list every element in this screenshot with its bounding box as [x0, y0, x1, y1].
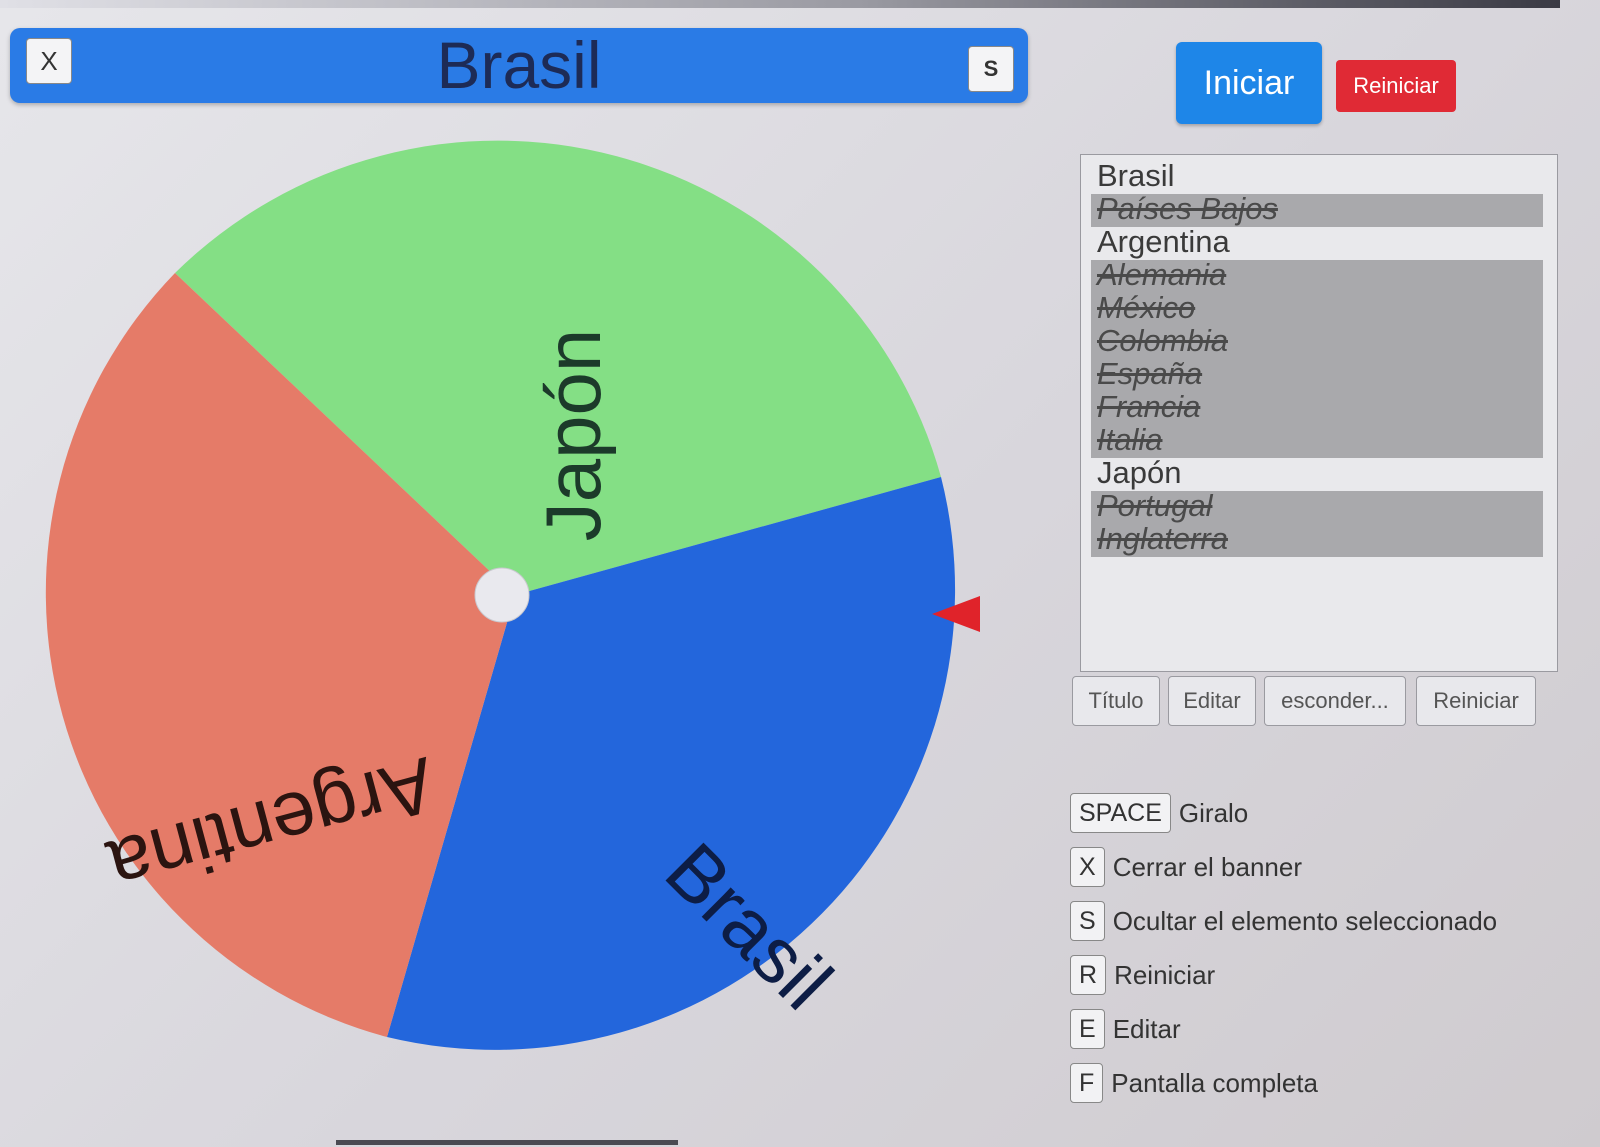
bottom-bar: [336, 1140, 678, 1145]
list-reset-button[interactable]: Reiniciar: [1416, 676, 1536, 726]
list-item-label: Italia: [1097, 422, 1163, 457]
key-r: R: [1070, 955, 1107, 995]
start-button[interactable]: Iniciar: [1176, 42, 1322, 124]
wheel-pointer-icon: [932, 596, 980, 632]
key-space: SPACE: [1070, 793, 1171, 833]
list-item-label: Colombia: [1097, 323, 1228, 358]
wheel-svg[interactable]: Japón Brasil Argentina: [30, 135, 990, 1075]
list-item[interactable]: Italia: [1091, 422, 1543, 458]
list-item[interactable]: Países Bajos: [1091, 191, 1543, 227]
list-item-label: Alemania: [1097, 257, 1227, 292]
list-item[interactable]: Francia: [1091, 389, 1543, 425]
hide-selected-button[interactable]: S: [968, 46, 1014, 92]
list-item-label: Japón: [1097, 455, 1182, 490]
banner-title: Brasil: [436, 28, 602, 102]
wheel-center-hub: [474, 567, 530, 623]
list-item[interactable]: Argentina: [1091, 224, 1543, 260]
list-item-label: Inglaterra: [1097, 521, 1228, 556]
shortcut-r: R Reiniciar: [1070, 954, 1215, 996]
wheel-label-japon: Japón: [529, 329, 617, 542]
list-item[interactable]: Inglaterra: [1091, 521, 1543, 557]
list-item-label: Países Bajos: [1097, 191, 1278, 226]
result-banner: X Brasil S: [10, 28, 1028, 103]
shortcut-label: Cerrar el banner: [1112, 851, 1302, 882]
edit-button[interactable]: Editar: [1168, 676, 1256, 726]
shortcut-label: Giralo: [1178, 797, 1249, 828]
list-item-label: España: [1097, 356, 1203, 391]
list-item[interactable]: España: [1091, 356, 1543, 392]
list-item-label: Francia: [1097, 389, 1201, 424]
title-button[interactable]: Título: [1072, 676, 1160, 726]
list-buttons: Título Editar esconder... Reiniciar: [1072, 676, 1572, 728]
shortcut-f: F Pantalla completa: [1070, 1062, 1318, 1104]
top-edge: [0, 0, 1560, 8]
key-e: E: [1070, 1009, 1105, 1049]
shortcut-label: Ocultar el elemento seleccionado: [1112, 905, 1498, 936]
list-item-label: Argentina: [1097, 224, 1230, 259]
shortcut-x: X Cerrar el banner: [1070, 846, 1302, 888]
list-item[interactable]: México: [1091, 290, 1543, 326]
shortcut-label: Reiniciar: [1114, 959, 1216, 990]
list-item-label: Portugal: [1097, 488, 1213, 523]
list-item[interactable]: Portugal: [1091, 488, 1543, 524]
list-item-label: México: [1097, 290, 1196, 325]
list-item-label: Brasil: [1097, 158, 1175, 193]
shortcut-space: SPACE Giralo: [1070, 792, 1248, 834]
key-x: X: [1070, 847, 1105, 887]
list-item[interactable]: Japón: [1091, 455, 1543, 491]
list-item[interactable]: Brasil: [1091, 158, 1543, 194]
shortcut-label: Pantalla completa: [1111, 1067, 1318, 1098]
shortcut-e: E Editar: [1070, 1008, 1181, 1050]
key-f: F: [1070, 1063, 1104, 1103]
list-item[interactable]: Alemania: [1091, 257, 1543, 293]
shortcut-label: Editar: [1112, 1013, 1181, 1044]
key-s: S: [1070, 901, 1105, 941]
shortcut-s: S Ocultar el elemento seleccionado: [1070, 900, 1497, 942]
hide-button[interactable]: esconder...: [1264, 676, 1406, 726]
list-item[interactable]: Colombia: [1091, 323, 1543, 359]
spin-wheel[interactable]: Japón Brasil Argentina: [30, 135, 990, 1075]
reset-button[interactable]: Reiniciar: [1336, 60, 1456, 112]
entries-list[interactable]: Brasil Países Bajos Argentina Alemania Méxic…: [1080, 154, 1558, 672]
